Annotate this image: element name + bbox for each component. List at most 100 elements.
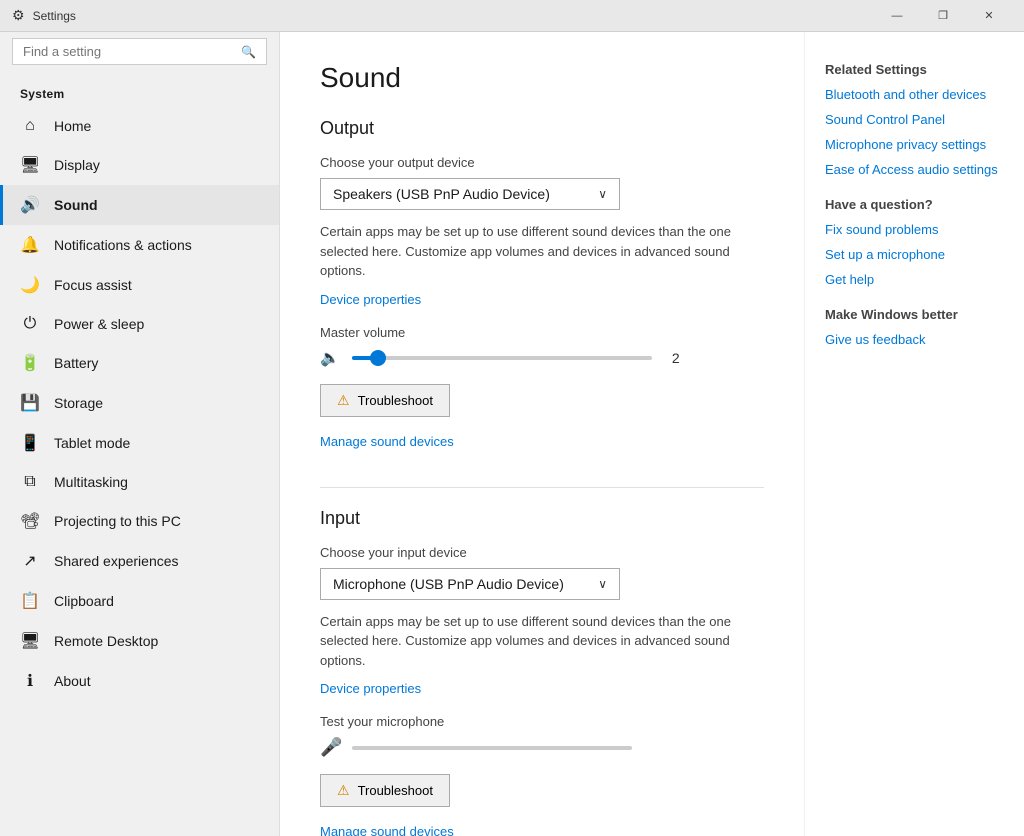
sidebar-item-sound[interactable]: 🔊 Sound (0, 185, 279, 225)
sidebar-item-clipboard[interactable]: 📋 Clipboard (0, 581, 279, 621)
app-body: 🔍 System ⌂ Home 🖥 Display 🔊 Sound 🔔 Noti… (0, 32, 1024, 836)
give-feedback-link[interactable]: Give us feedback (825, 332, 1004, 347)
input-device-value: Microphone (USB PnP Audio Device) (333, 576, 564, 592)
master-volume-label: Master volume (320, 325, 764, 340)
input-device-dropdown[interactable]: Microphone (USB PnP Audio Device) ∨ (320, 568, 620, 600)
output-section-title: Output (320, 118, 764, 139)
sidebar-item-display[interactable]: 🖥 Display (0, 145, 279, 185)
slider-track (352, 356, 652, 360)
output-device-label: Choose your output device (320, 155, 764, 170)
tablet-icon: 📱 (20, 433, 40, 453)
sidebar: 🔍 System ⌂ Home 🖥 Display 🔊 Sound 🔔 Noti… (0, 32, 280, 836)
troubleshoot-label: Troubleshoot (358, 393, 433, 408)
sidebar-item-battery[interactable]: 🔋 Battery (0, 343, 279, 383)
volume-slider[interactable] (352, 356, 652, 360)
output-dropdown-arrow: ∨ (598, 187, 607, 201)
minimize-button[interactable]: — (874, 0, 920, 32)
mic-bar-row: 🎤 (320, 737, 764, 758)
sidebar-item-power[interactable]: ⏻ Power & sleep (0, 305, 279, 343)
sidebar-item-label: Sound (54, 197, 98, 213)
sidebar-item-label: Clipboard (54, 593, 114, 609)
sidebar-item-label: Notifications & actions (54, 237, 192, 253)
output-device-dropdown[interactable]: Speakers (USB PnP Audio Device) ∨ (320, 178, 620, 210)
divider-1 (320, 487, 764, 488)
volume-value: 2 (672, 350, 680, 366)
titlebar-title: Settings (33, 9, 76, 23)
input-troubleshoot-button[interactable]: ⚠ Troubleshoot (320, 774, 450, 807)
sidebar-item-label: Tablet mode (54, 435, 130, 451)
sidebar-item-shared[interactable]: ↗ Shared experiences (0, 541, 279, 581)
search-box[interactable]: 🔍 (12, 38, 267, 65)
storage-icon: 💾 (20, 393, 40, 413)
sidebar-item-storage[interactable]: 💾 Storage (0, 383, 279, 423)
output-troubleshoot-button[interactable]: ⚠ Troubleshoot (320, 384, 450, 417)
input-dropdown-arrow: ∨ (598, 577, 607, 591)
warn-icon: ⚠ (337, 392, 350, 409)
sidebar-item-label: Battery (54, 355, 98, 371)
search-icon: 🔍 (241, 45, 256, 59)
input-section-title: Input (320, 508, 764, 529)
fix-sound-problems-link[interactable]: Fix sound problems (825, 222, 1004, 237)
sidebar-item-label: Remote Desktop (54, 633, 158, 649)
input-device-properties-link[interactable]: Device properties (320, 681, 421, 696)
sidebar-item-label: Home (54, 118, 91, 134)
battery-icon: 🔋 (20, 353, 40, 373)
titlebar-left: ⚙ Settings (12, 7, 76, 24)
sidebar-item-label: Display (54, 157, 100, 173)
main-content: Sound Output Choose your output device S… (280, 32, 804, 836)
input-description: Certain apps may be set up to use differ… (320, 612, 760, 671)
volume-icon: 🔈 (320, 348, 340, 368)
related-link-bluetooth[interactable]: Bluetooth and other devices (825, 87, 1004, 102)
setup-microphone-link[interactable]: Set up a microphone (825, 247, 1004, 262)
sound-icon: 🔊 (20, 195, 40, 215)
output-device-properties-link[interactable]: Device properties (320, 292, 421, 307)
notifications-icon: 🔔 (20, 235, 40, 255)
close-button[interactable]: ✕ (966, 0, 1012, 32)
output-device-value: Speakers (USB PnP Audio Device) (333, 186, 550, 202)
page-title: Sound (320, 62, 764, 94)
mic-bar-track (352, 746, 632, 750)
sidebar-item-notifications[interactable]: 🔔 Notifications & actions (0, 225, 279, 265)
sidebar-item-tablet[interactable]: 📱 Tablet mode (0, 423, 279, 463)
sidebar-item-projecting[interactable]: 📽 Projecting to this PC (0, 501, 279, 541)
manage-sound-devices-link-2[interactable]: Manage sound devices (320, 824, 454, 836)
multitasking-icon: ⧉ (20, 473, 40, 491)
search-input[interactable] (23, 44, 233, 59)
sidebar-item-focus[interactable]: 🌙 Focus assist (0, 265, 279, 305)
have-question-title: Have a question? (825, 197, 1004, 212)
input-device-label: Choose your input device (320, 545, 764, 560)
titlebar: ⚙ Settings — ❐ ✕ (0, 0, 1024, 32)
sidebar-item-remote[interactable]: 🖥 Remote Desktop (0, 621, 279, 661)
output-description: Certain apps may be set up to use differ… (320, 222, 760, 281)
clipboard-icon: 📋 (20, 591, 40, 611)
sidebar-item-label: About (54, 673, 91, 689)
sidebar-item-label: Focus assist (54, 277, 132, 293)
settings-icon: ⚙ (12, 7, 25, 24)
warn-icon-2: ⚠ (337, 782, 350, 799)
projecting-icon: 📽 (20, 511, 40, 531)
related-link-ease-of-access[interactable]: Ease of Access audio settings (825, 162, 1004, 177)
sidebar-item-home[interactable]: ⌂ Home (0, 107, 279, 145)
volume-row: 🔈 2 (320, 348, 764, 368)
related-link-sound-control[interactable]: Sound Control Panel (825, 112, 1004, 127)
power-icon: ⏻ (20, 315, 40, 333)
sidebar-item-multitasking[interactable]: ⧉ Multitasking (0, 463, 279, 501)
maximize-button[interactable]: ❐ (920, 0, 966, 32)
manage-sound-devices-link[interactable]: Manage sound devices (320, 434, 454, 449)
get-help-link[interactable]: Get help (825, 272, 1004, 287)
sidebar-item-label: Multitasking (54, 474, 128, 490)
shared-icon: ↗ (20, 551, 40, 571)
focus-icon: 🌙 (20, 275, 40, 295)
home-icon: ⌂ (20, 117, 40, 135)
slider-thumb[interactable] (370, 350, 386, 366)
sidebar-item-about[interactable]: ℹ About (0, 661, 279, 701)
right-panel: Related Settings Bluetooth and other dev… (804, 32, 1024, 836)
display-icon: 🖥 (20, 155, 40, 175)
related-settings-title: Related Settings (825, 62, 1004, 77)
related-link-microphone-privacy[interactable]: Microphone privacy settings (825, 137, 1004, 152)
input-troubleshoot-label: Troubleshoot (358, 783, 433, 798)
sidebar-item-label: Storage (54, 395, 103, 411)
about-icon: ℹ (20, 671, 40, 691)
sidebar-item-label: Shared experiences (54, 553, 179, 569)
make-windows-better-title: Make Windows better (825, 307, 1004, 322)
